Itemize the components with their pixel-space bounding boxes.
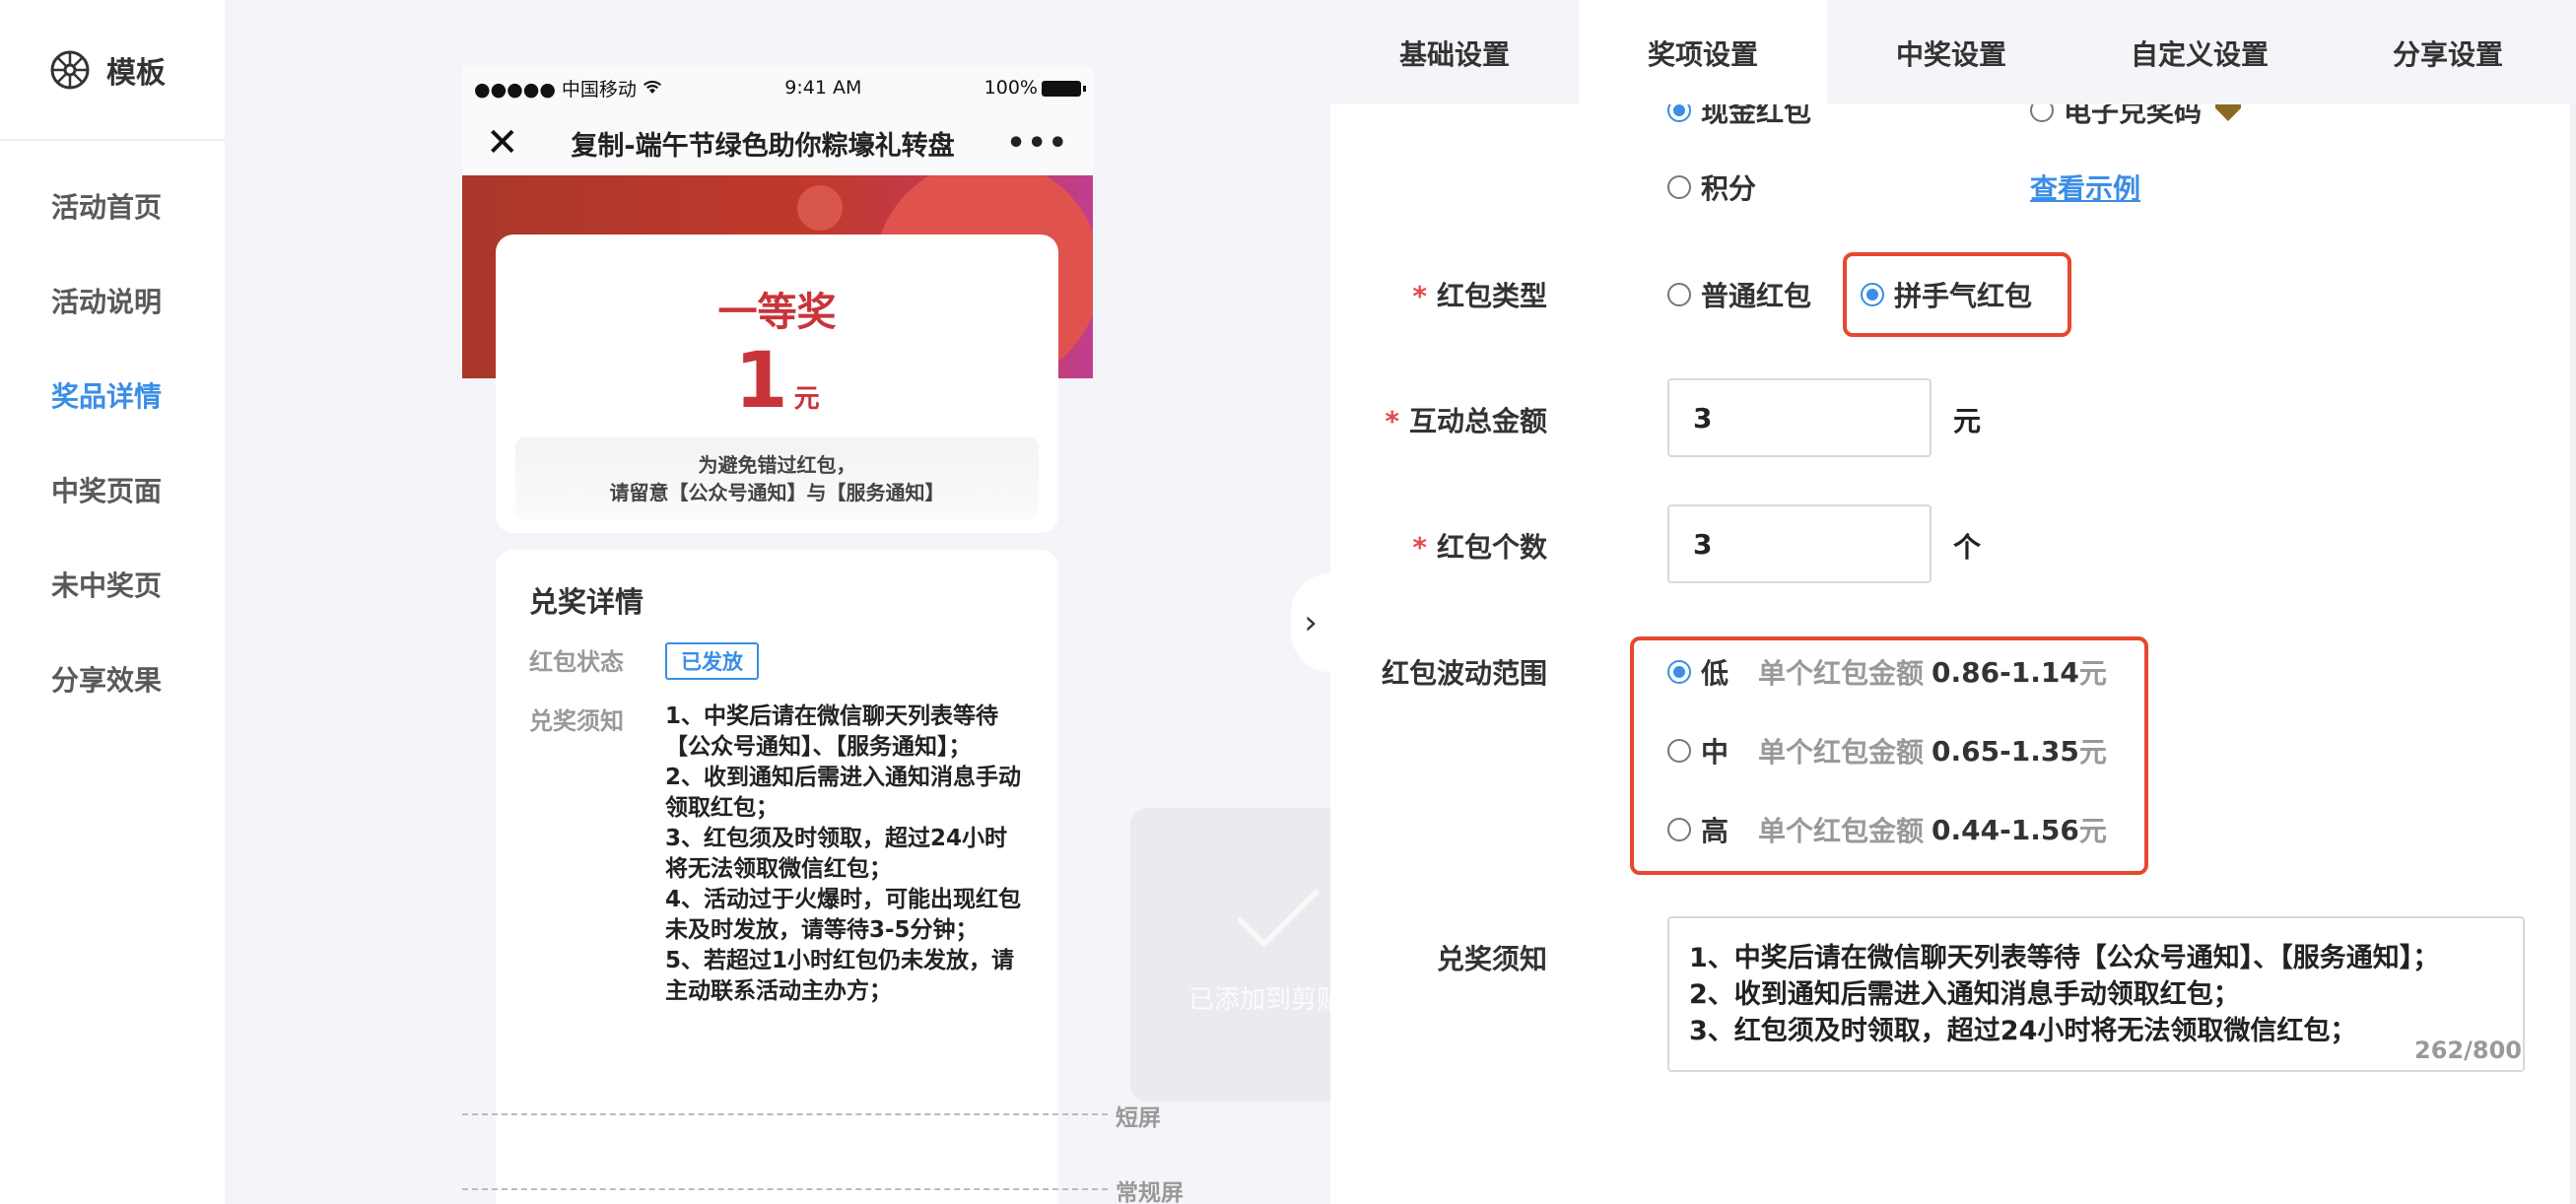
tab-custom-settings[interactable]: 自定义设置 — [2075, 0, 2324, 104]
redeem-notice-textarea[interactable]: 1、中奖后请在微信聊天列表等待【公众号通知】、【服务通知】； 2、收到通知后需进… — [1667, 916, 2525, 1072]
short-screen-guide-line — [462, 1113, 1108, 1115]
prize-amount-unit: 元 — [793, 384, 820, 414]
radio-dot — [1667, 283, 1691, 306]
panel-collapse-button[interactable]: › — [1291, 573, 1330, 672]
total-amount-unit: 元 — [1953, 405, 1982, 437]
checkmark-icon — [1236, 864, 1321, 949]
redpacket-count-unit: 个 — [1953, 531, 1982, 564]
radio-dot — [1667, 739, 1691, 763]
sidebar-item-description[interactable]: 活动说明 — [0, 255, 225, 350]
redpacket-normal-radio[interactable]: 普通红包 — [1667, 275, 1811, 314]
prize-name: 一等奖 — [717, 290, 837, 335]
sidebar-item-prize-detail[interactable]: 奖品详情 — [0, 350, 225, 444]
redpacket-status-row: 红包状态 已发放 — [529, 642, 1025, 680]
range-value: 0.86-1.14 — [1932, 655, 2079, 689]
tab-share-settings[interactable]: 分享设置 — [2324, 0, 2572, 104]
range-value: 0.44-1.56 — [1932, 813, 2079, 846]
redeem-notice-text: 1、中奖后请在微信聊天列表等待【公众号通知】、【服务通知】； 2、收到通知后需进… — [665, 703, 1022, 1004]
prize-amount-value: 1 — [734, 337, 788, 426]
prize-amount: 1元 — [496, 343, 1058, 420]
template-icon — [50, 50, 90, 89]
char-counter: 262/800 — [2414, 1037, 2522, 1064]
required-mark: * — [1412, 280, 1427, 312]
phone-page-title: 复制-端午节绿色助你粽壕礼转盘 — [571, 130, 955, 162]
sidebar: 模板 活动首页 活动说明 奖品详情 中奖页面 未中奖页 分享效果 — [0, 0, 225, 1204]
sidebar-item-win-page[interactable]: 中奖页面 — [0, 444, 225, 539]
tab-prize-settings[interactable]: 奖项设置 — [1579, 0, 1827, 104]
redpacket-status-label: 红包状态 — [529, 648, 624, 676]
brand: 模板 — [0, 0, 225, 141]
redpacket-count-input[interactable]: 3 — [1667, 504, 1932, 583]
prize-type-points-radio[interactable]: 积分 — [1667, 167, 1756, 207]
sidebar-nav: 活动首页 活动说明 奖品详情 中奖页面 未中奖页 分享效果 — [0, 141, 225, 728]
total-amount-label: * 互动总金额 — [1385, 400, 1547, 439]
close-icon[interactable]: ✕ — [486, 123, 519, 163]
radio-label: 高 — [1701, 815, 1729, 847]
view-example-link[interactable]: 查看示例 — [2030, 167, 2140, 207]
redeem-detail-card: 兑奖详情 红包状态 已发放 兑奖须知 1、中奖后请在微信聊天列表等待【公众号通知… — [496, 550, 1058, 1204]
battery-icon — [1042, 80, 1086, 97]
regular-screen-guide-line — [462, 1188, 1108, 1190]
prize-card: 一等奖 1元 为避免错过红包， 请留意【公众号通知】与【服务通知】 — [496, 234, 1058, 533]
label-text: 互动总金额 — [1408, 405, 1547, 437]
battery-level: 100% — [983, 77, 1038, 99]
settings-panel: 基础设置 奖项设置 中奖设置 自定义设置 分享设置 现金红包 电子兑奖码 积分 … — [1330, 0, 2576, 1204]
fluctuation-high-radio[interactable]: 高 单个红包金额 0.44-1.56 元 — [1667, 810, 2107, 849]
more-icon[interactable]: ••• — [1006, 126, 1069, 161]
radio-label: 低 — [1701, 657, 1729, 690]
prize-tip: 为避免错过红包， 请留意【公众号通知】与【服务通知】 — [515, 437, 1039, 520]
banner-decoration — [797, 185, 843, 231]
redeem-detail-title: 兑奖详情 — [529, 585, 644, 619]
regular-screen-guide-label: 常规屏 — [1116, 1180, 1184, 1204]
redeem-notice-row: 兑奖须知 1、中奖后请在微信聊天列表等待【公众号通知】、【服务通知】； 2、收到… — [529, 702, 1025, 1007]
fluctuation-label: 红包波动范围 — [1381, 657, 1547, 690]
radio-label: 普通红包 — [1701, 280, 1812, 312]
range-unit: 元 — [2078, 736, 2107, 769]
total-amount-input[interactable]: 3 — [1667, 378, 1932, 457]
short-screen-guide-label: 短屏 — [1116, 1105, 1161, 1131]
radio-dot — [1861, 283, 1884, 306]
tab-winning-settings[interactable]: 中奖设置 — [1827, 0, 2075, 104]
wifi-icon — [643, 80, 661, 94]
label-text: 红包类型 — [1436, 280, 1547, 312]
fluctuation-low-radio[interactable]: 低 单个红包金额 0.86-1.14 元 — [1667, 652, 2107, 692]
radio-label: 中 — [1701, 736, 1729, 769]
carrier: ●●●●● 中国移动 — [474, 78, 637, 100]
range-desc: 单个红包金额 — [1758, 657, 1925, 690]
settings-tabs: 基础设置 奖项设置 中奖设置 自定义设置 分享设置 — [1330, 0, 2576, 104]
required-mark: * — [1412, 531, 1427, 564]
radio-dot — [1667, 818, 1691, 841]
clock: 9:41 AM — [784, 77, 862, 99]
chevron-right-icon: › — [1304, 603, 1318, 642]
phone-status-bar: ●●●●● 中国移动 9:41 AM 100% — [462, 67, 1093, 108]
radio-dot — [1667, 660, 1691, 684]
redpacket-type-label: * 红包类型 — [1412, 275, 1547, 314]
fluctuation-mid-radio[interactable]: 中 单个红包金额 0.65-1.35 元 — [1667, 731, 2107, 770]
sidebar-item-home[interactable]: 活动首页 — [0, 161, 225, 255]
tab-basic-settings[interactable]: 基础设置 — [1330, 0, 1579, 104]
panel-edge — [2570, 0, 2576, 1204]
radio-dot — [1667, 175, 1691, 199]
redeem-notice-label: 兑奖须知 — [529, 707, 624, 735]
redeem-notice-field-label: 兑奖须知 — [1436, 943, 1547, 975]
redpacket-lucky-radio[interactable]: 拼手气红包 — [1861, 275, 2032, 314]
radio-label: 拼手气红包 — [1894, 280, 2033, 312]
range-value: 0.65-1.35 — [1932, 734, 2079, 768]
phone-preview: ●●●●● 中国移动 9:41 AM 100% ✕ 复制-端午节绿色助你粽壕礼转… — [462, 67, 1093, 1204]
range-desc: 单个红包金额 — [1758, 736, 1925, 769]
radio-label: 积分 — [1701, 172, 1757, 205]
redpacket-count-label: * 红包个数 — [1412, 526, 1547, 566]
range-unit: 元 — [2078, 815, 2107, 847]
label-text: 红包个数 — [1436, 531, 1547, 564]
status-badge: 已发放 — [665, 642, 759, 680]
range-desc: 单个红包金额 — [1758, 815, 1925, 847]
brand-title: 模板 — [106, 55, 166, 91]
sidebar-item-share-effect[interactable]: 分享效果 — [0, 634, 225, 728]
sidebar-item-lose-page[interactable]: 未中奖页 — [0, 539, 225, 634]
required-mark: * — [1385, 405, 1399, 437]
phone-title-bar: ✕ 复制-端午节绿色助你粽壕礼转盘 ••• — [462, 108, 1093, 177]
range-unit: 元 — [2078, 657, 2107, 690]
